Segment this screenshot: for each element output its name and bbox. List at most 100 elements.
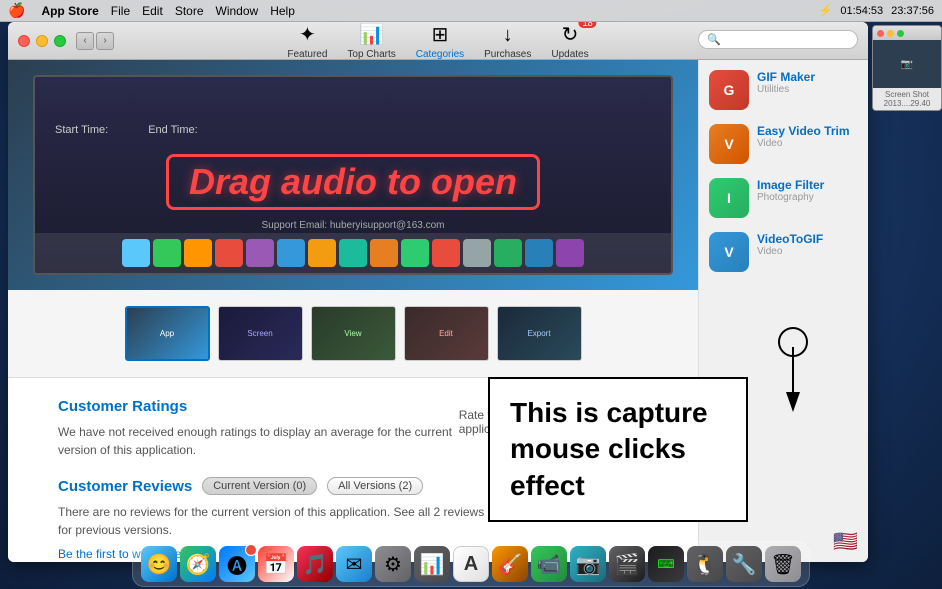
thumbnail-3[interactable]: View — [311, 306, 396, 361]
gif-maker-category: Utilities — [757, 84, 858, 95]
dock-mail[interactable]: ✉ — [336, 546, 372, 582]
thumb-close-btn[interactable] — [877, 30, 884, 37]
thumb-inner-5: Export — [498, 307, 581, 360]
thumb-max-btn[interactable] — [897, 30, 904, 37]
dock-facetime[interactable]: 📹 — [531, 546, 567, 582]
easy-video-trim-name: Easy Video Trim — [757, 124, 858, 138]
apple-menu[interactable]: 🍎 — [8, 2, 25, 19]
menubar-time: 01:54:53 — [840, 5, 883, 17]
thumbnail-4[interactable]: Edit — [404, 306, 489, 361]
gif-maker-icon: G — [709, 70, 749, 110]
hero-dock-icon-14 — [525, 239, 553, 267]
dock-calendar[interactable]: 📅 — [258, 546, 294, 582]
screenshot-thumb-content: 📷 — [873, 40, 941, 88]
back-button[interactable]: ‹ — [76, 32, 94, 50]
nav-arrows: ‹ › — [76, 32, 114, 50]
all-versions-button[interactable]: All Versions (2) — [327, 477, 423, 495]
customer-ratings-title: Customer Ratings — [58, 398, 459, 415]
videotogif-category: Video — [757, 246, 858, 257]
updates-icon: ↻ — [562, 22, 579, 47]
thumbnail-2[interactable]: Screen — [218, 306, 303, 361]
gif-maker-info: GIF Maker Utilities — [757, 70, 858, 110]
minimize-button[interactable] — [36, 35, 48, 47]
dock-trash[interactable]: 🗑 — [765, 546, 801, 582]
hero-dock-icon-1 — [122, 239, 150, 267]
sidebar-app-easy-video-trim[interactable]: V Easy Video Trim Video — [709, 124, 858, 164]
search-icon: 🔍 — [707, 33, 721, 46]
hero-dock-icon-9 — [370, 239, 398, 267]
close-button[interactable] — [18, 35, 30, 47]
dock-appstore[interactable]: 🅐 — [219, 546, 255, 582]
toolbar: ✦ Featured 📊 Top Charts ⊞ Categories ↓ P… — [287, 22, 588, 60]
menubar-file[interactable]: File — [111, 4, 130, 18]
thumb-min-btn[interactable] — [887, 30, 894, 37]
menubar-store[interactable]: Store — [175, 4, 204, 18]
updates-badge: 18 — [579, 22, 597, 28]
sidebar-app-videotogif[interactable]: V VideoToGIF Video — [709, 232, 858, 272]
videotogif-icon: V — [709, 232, 749, 272]
easy-video-trim-category: Video — [757, 138, 858, 149]
image-filter-icon: I — [709, 178, 749, 218]
menubar-window[interactable]: Window — [216, 4, 259, 18]
videotogif-info: VideoToGIF Video — [757, 232, 858, 272]
categories-label: Categories — [416, 49, 464, 60]
videotogif-name: VideoToGIF — [757, 232, 858, 246]
window-controls — [18, 35, 66, 47]
menubar-battery-icon: ⚡ — [819, 4, 833, 17]
search-input[interactable] — [725, 34, 845, 46]
toolbar-featured[interactable]: ✦ Featured — [287, 22, 327, 60]
menubar-clock: 23:37:56 — [891, 5, 934, 17]
reviews-body: There are no reviews for the current ver… — [58, 503, 498, 539]
forward-button[interactable]: › — [96, 32, 114, 50]
menubar-appname[interactable]: App Store — [41, 4, 98, 18]
content-area: Start Time: End Time: Drag audio to open… — [8, 60, 868, 562]
top-charts-icon: 📊 — [359, 22, 384, 47]
main-scroll[interactable]: Start Time: End Time: Drag audio to open… — [8, 60, 698, 562]
hero-screenshot: Start Time: End Time: Drag audio to open… — [33, 75, 673, 275]
dock-imovie[interactable]: 🎬 — [609, 546, 645, 582]
toolbar-top-charts[interactable]: 📊 Top Charts — [347, 22, 395, 60]
updates-label: Updates — [551, 49, 588, 60]
dock-sys-pref[interactable]: ⚙ — [375, 546, 411, 582]
dock-garageband[interactable]: 🎸 — [492, 546, 528, 582]
search-box[interactable]: 🔍 — [698, 30, 858, 49]
thumbnail-1[interactable]: App — [125, 306, 210, 361]
dock-iphoto[interactable]: 📷 — [570, 546, 606, 582]
easy-video-trim-icon: V — [709, 124, 749, 164]
dock-activity[interactable]: 📊 — [414, 546, 450, 582]
dock-safari[interactable]: 🧭 — [180, 546, 216, 582]
hero-dock-icon-8 — [339, 239, 367, 267]
dock-misc1[interactable]: 🐧 — [687, 546, 723, 582]
maximize-button[interactable] — [54, 35, 66, 47]
thumbnail-5[interactable]: Export — [497, 306, 582, 361]
menubar-help[interactable]: Help — [270, 4, 295, 18]
featured-label: Featured — [287, 49, 327, 60]
hero-dock-icon-15 — [556, 239, 584, 267]
thumb-inner-1: App — [127, 308, 208, 359]
window-titlebar: ‹ › ✦ Featured 📊 Top Charts ⊞ Categories… — [8, 22, 868, 60]
screenshot-thumb-window: 📷 Screen Shot 2013....29.40 — [872, 25, 942, 111]
toolbar-updates[interactable]: ↻ 18 Updates — [551, 22, 588, 60]
dock-terminal[interactable]: ⌨ — [648, 546, 684, 582]
toolbar-categories[interactable]: ⊞ Categories — [416, 22, 464, 60]
sidebar-app-image-filter[interactable]: I Image Filter Photography — [709, 178, 858, 218]
dock-font-book[interactable]: A — [453, 546, 489, 582]
menubar: 🍎 App Store File Edit Store Window Help … — [0, 0, 942, 22]
screenshot-hero: Start Time: End Time: Drag audio to open… — [8, 60, 698, 290]
hero-dock-icon-5 — [246, 239, 274, 267]
hero-dock-icon-6 — [277, 239, 305, 267]
ratings-left: Customer Ratings We have not received en… — [58, 398, 459, 459]
dock-itunes[interactable]: 🎵 — [297, 546, 333, 582]
current-version-button[interactable]: Current Version (0) — [202, 477, 317, 495]
sidebar-app-gif-maker[interactable]: G GIF Maker Utilities — [709, 70, 858, 110]
hero-dock-icon-13 — [494, 239, 522, 267]
menubar-edit[interactable]: Edit — [142, 4, 163, 18]
appstore-window: ‹ › ✦ Featured 📊 Top Charts ⊞ Categories… — [8, 22, 868, 562]
dock-misc2[interactable]: 🔧 — [726, 546, 762, 582]
customer-ratings-body: We have not received enough ratings to d… — [58, 423, 459, 459]
end-time-label: End Time: — [148, 124, 198, 136]
customer-section: Customer Ratings We have not received en… — [8, 378, 698, 562]
thumb-inner-3: View — [312, 307, 395, 360]
dock-finder[interactable]: 😊 — [141, 546, 177, 582]
toolbar-purchases[interactable]: ↓ Purchases — [484, 24, 531, 60]
